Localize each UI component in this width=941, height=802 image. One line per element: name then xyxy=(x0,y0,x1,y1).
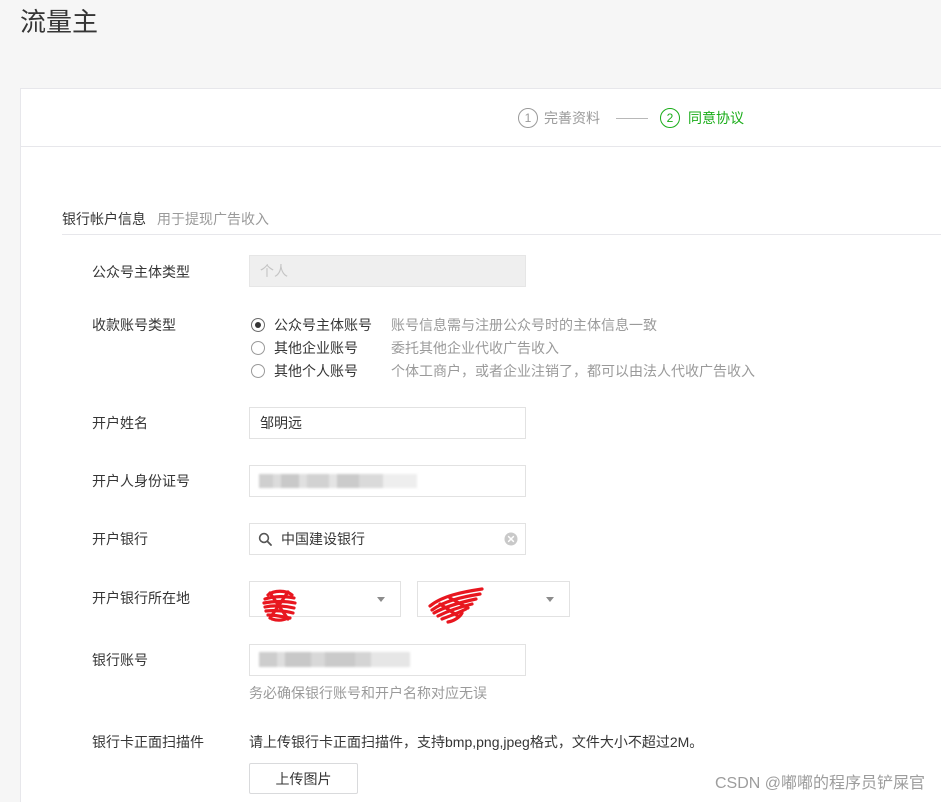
step-1-label: 完善资料 xyxy=(544,110,600,126)
id-number-input[interactable] xyxy=(249,465,526,497)
upload-image-button[interactable]: 上传图片 xyxy=(249,763,358,794)
step-1-number: 1 xyxy=(518,108,538,128)
steps-bar: 1 完善资料 2 同意协议 xyxy=(20,88,941,147)
card-scan-instructions: 请上传银行卡正面扫描件，支持bmp,png,jpeg格式，文件大小不超过2M。 xyxy=(249,734,704,750)
radio-button[interactable] xyxy=(251,341,265,355)
section-title: 银行帐户信息 xyxy=(62,211,146,227)
clear-icon[interactable] xyxy=(504,532,518,546)
account-number-label: 银行账号 xyxy=(92,652,148,668)
bank-search-field xyxy=(249,523,526,555)
chevron-down-icon xyxy=(546,597,554,602)
account-type-option-subject[interactable]: 公众号主体账号 xyxy=(249,315,384,335)
step-connector xyxy=(616,118,648,119)
radio-label: 公众号主体账号 xyxy=(274,317,372,333)
account-type-label: 收款账号类型 xyxy=(92,317,176,333)
radio-label: 其他个人账号 xyxy=(274,363,358,379)
redacted-value xyxy=(259,474,417,488)
radio-description: 个体工商户，或者企业注销了，都可以由法人代收广告收入 xyxy=(391,363,755,379)
holder-name-input[interactable] xyxy=(249,407,526,439)
card-scan-label: 银行卡正面扫描件 xyxy=(92,734,204,750)
radio-label: 其他企业账号 xyxy=(274,340,358,356)
bank-search-input[interactable] xyxy=(249,523,526,555)
id-number-label: 开户人身份证号 xyxy=(92,473,190,489)
account-type-option-other-person[interactable]: 其他个人账号 xyxy=(249,361,384,381)
radio-description: 委托其他企业代收广告收入 xyxy=(391,340,559,356)
holder-name-label: 开户姓名 xyxy=(92,415,148,431)
bank-city-select[interactable] xyxy=(417,581,570,624)
chevron-down-icon xyxy=(377,597,385,602)
bank-account-card: 1 完善资料 2 同意协议 银行帐户信息 用于提现广告收入 公众号主体类型 收款… xyxy=(20,88,941,802)
account-number-input[interactable] xyxy=(249,644,526,676)
redaction-scribble xyxy=(262,589,297,622)
redacted-value xyxy=(259,652,410,667)
account-type-option-other-company[interactable]: 其他企业账号 xyxy=(249,338,384,358)
account-number-hint: 务必确保银行账号和开户名称对应无误 xyxy=(249,685,487,701)
subject-type-input xyxy=(249,255,526,287)
radio-button[interactable] xyxy=(251,318,265,332)
radio-button[interactable] xyxy=(251,364,265,378)
section-divider xyxy=(62,234,941,235)
page-title: 流量主 xyxy=(20,7,99,37)
subject-type-label: 公众号主体类型 xyxy=(92,264,190,280)
bank-province-select[interactable] xyxy=(249,581,401,622)
watermark: CSDN @嘟嘟的程序员铲屎官 xyxy=(714,775,925,792)
search-icon xyxy=(258,532,272,546)
step-2-number: 2 xyxy=(660,108,680,128)
section-subtitle: 用于提现广告收入 xyxy=(157,211,269,227)
bank-location-label: 开户银行所在地 xyxy=(92,590,190,606)
redaction-scribble xyxy=(428,587,484,624)
bank-label: 开户银行 xyxy=(92,531,148,547)
step-2-label: 同意协议 xyxy=(688,110,744,126)
radio-description: 账号信息需与注册公众号时的主体信息一致 xyxy=(391,317,657,333)
